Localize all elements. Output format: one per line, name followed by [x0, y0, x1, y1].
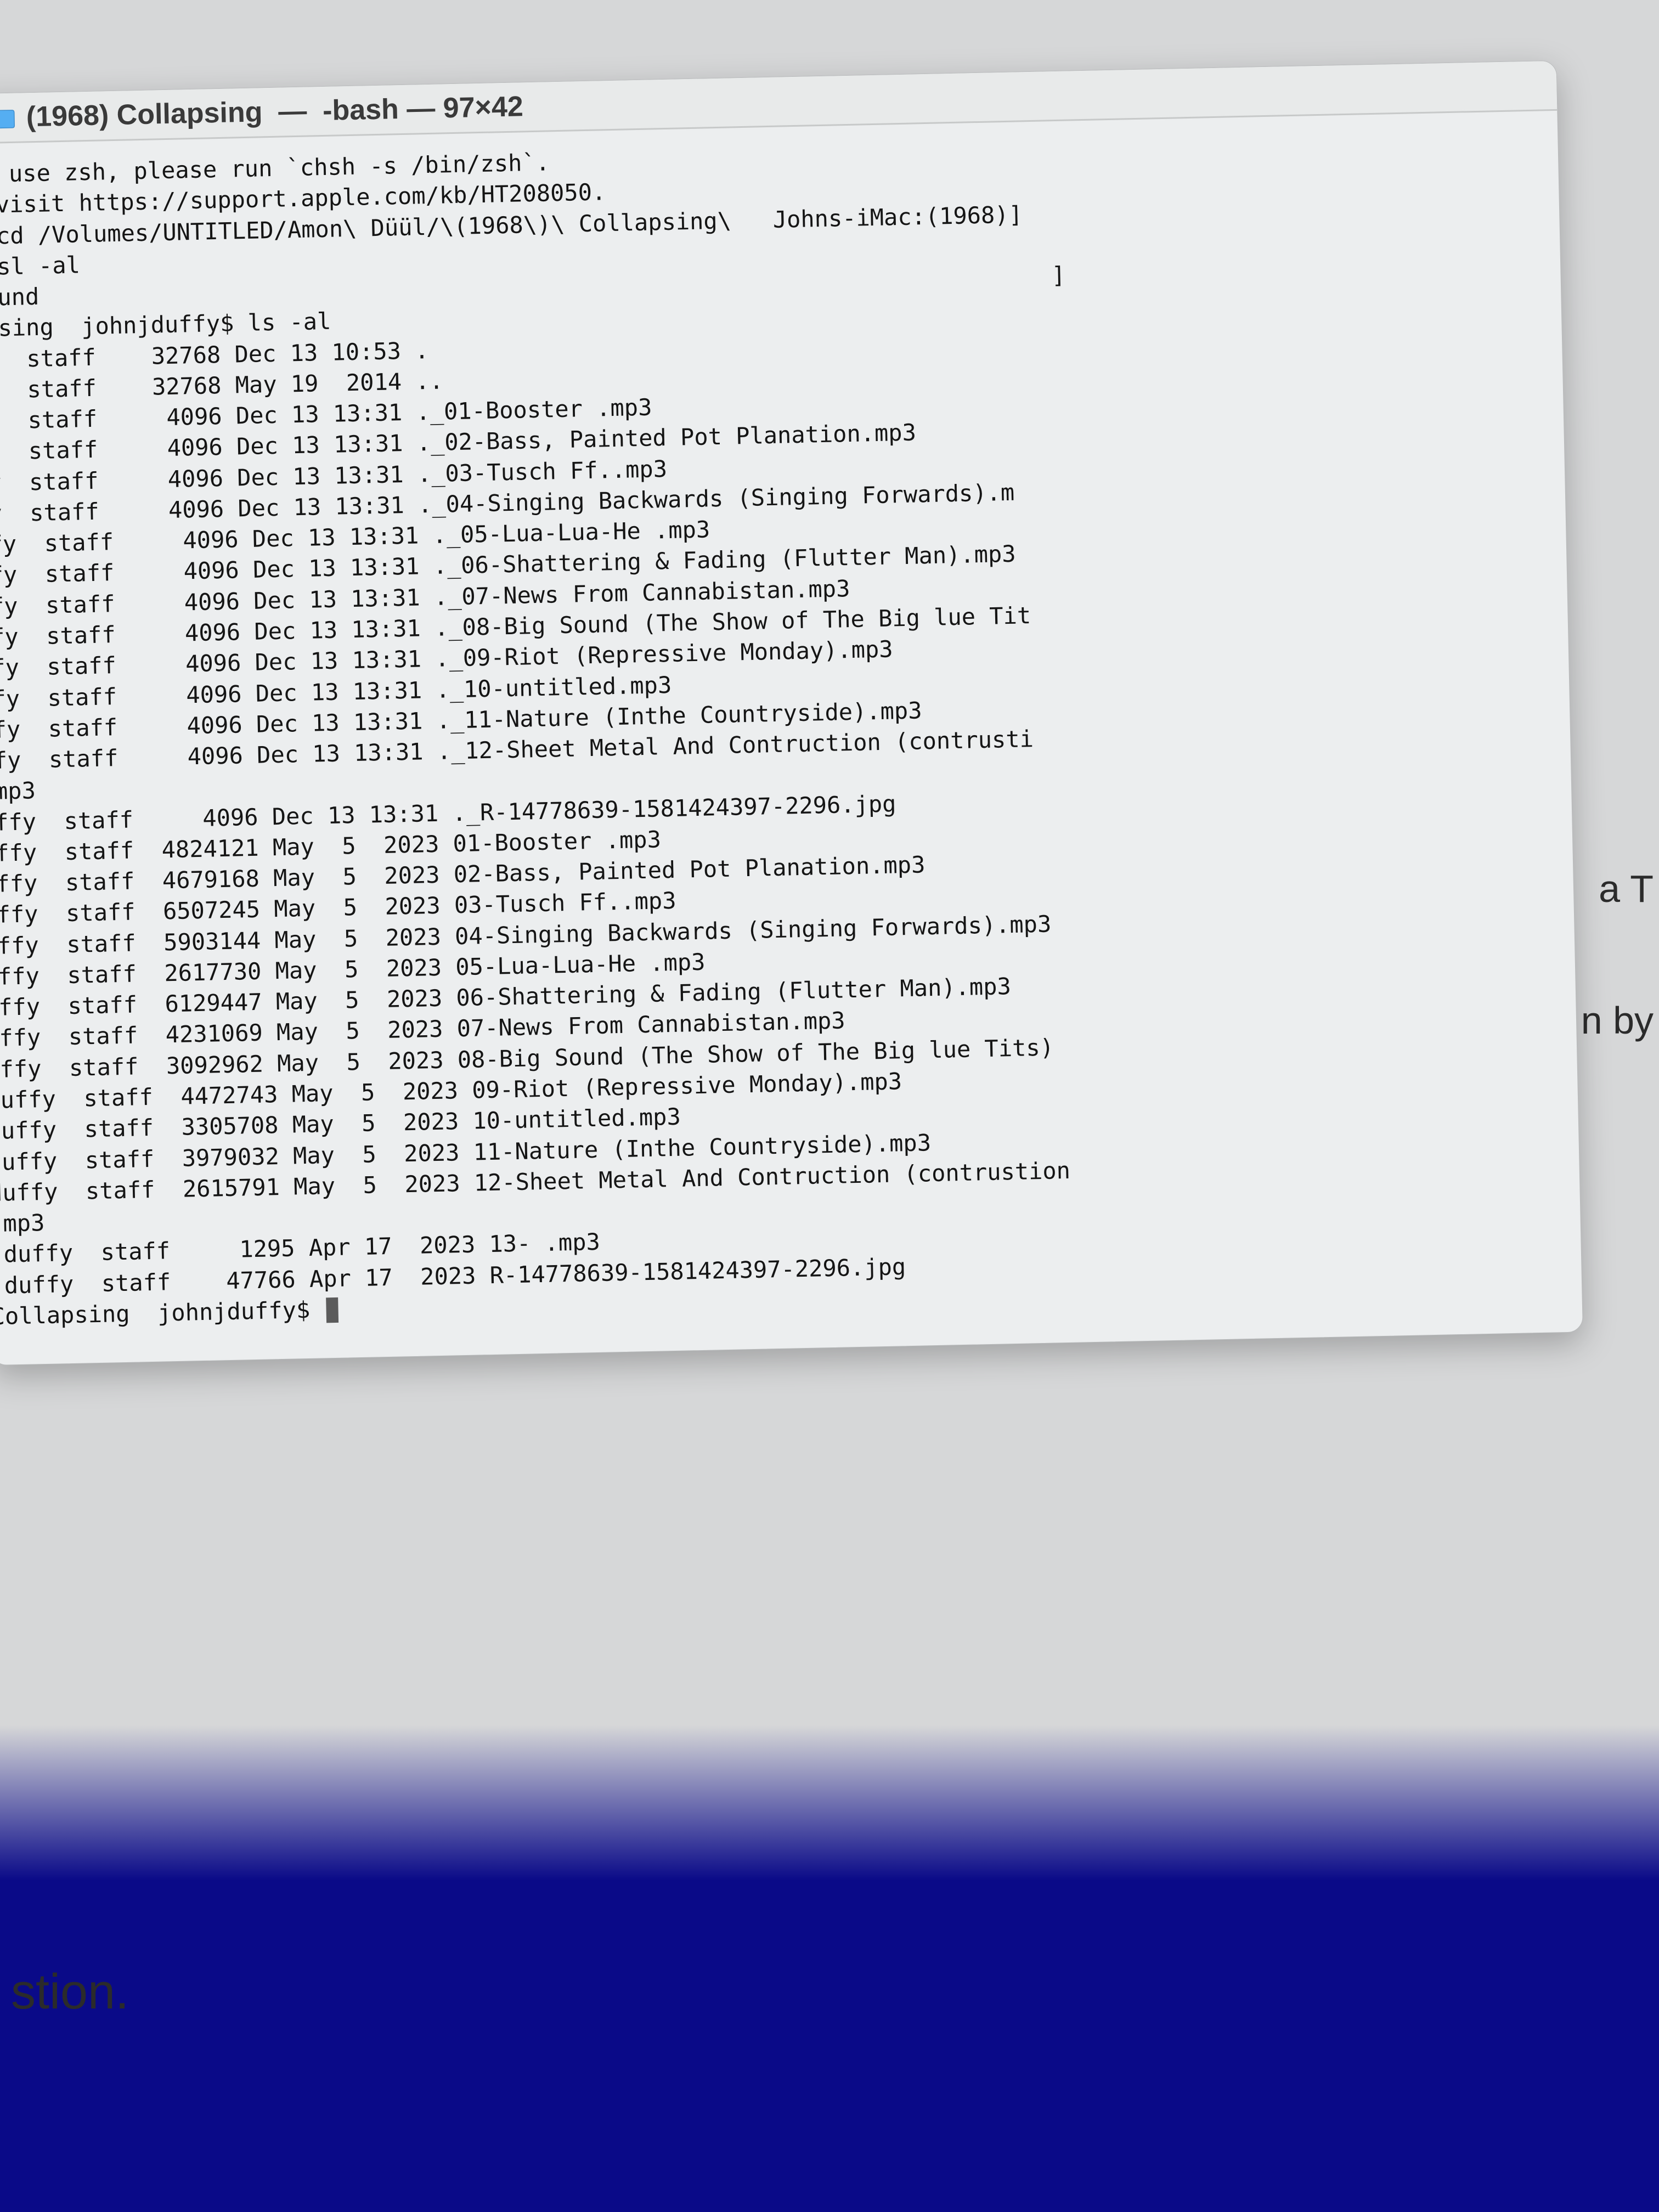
terminal-window[interactable]: (1968) Collapsing — -bash — 97×42 to use…	[0, 60, 1583, 1365]
background-text-fragment: n by	[1581, 998, 1654, 1042]
terminal-output[interactable]: to use zsh, please run `chsh -s /bin/zsh…	[0, 111, 1583, 1365]
cursor	[326, 1297, 338, 1323]
background-text-fragment: stion.	[11, 1964, 129, 2021]
folder-icon	[0, 106, 15, 129]
background-text-fragment: a T	[1599, 867, 1654, 911]
window-title: (1968) Collapsing — -bash — 97×42	[26, 90, 523, 133]
